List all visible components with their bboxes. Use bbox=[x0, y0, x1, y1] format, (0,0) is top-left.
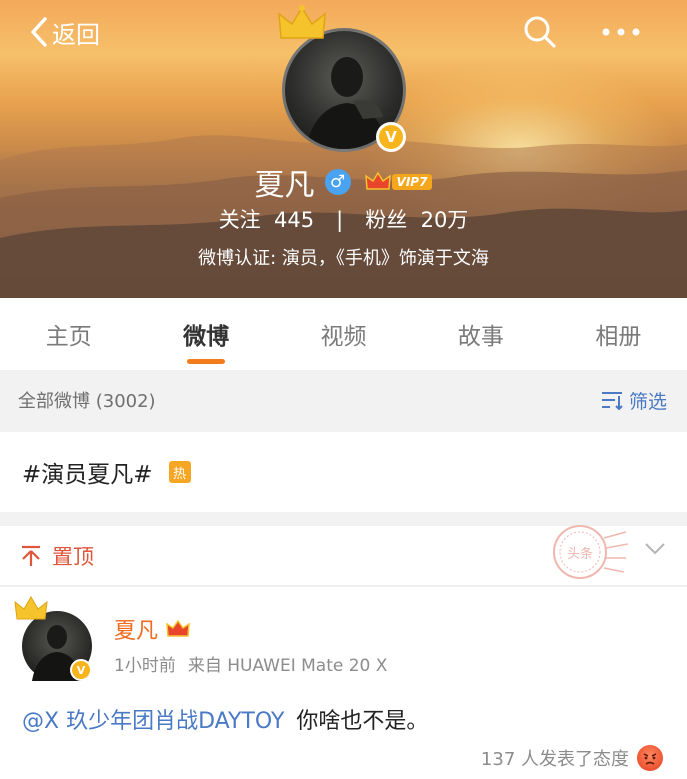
post-source: 来自 HUAWEI Mate 20 X bbox=[187, 656, 388, 676]
all-posts-count: 全部微博 (3002) bbox=[18, 391, 156, 412]
tab-label: 故事 bbox=[457, 324, 504, 350]
filter-label: 筛选 bbox=[628, 390, 667, 413]
vip-level: VIP7 bbox=[391, 174, 433, 190]
tab-label: 主页 bbox=[45, 324, 92, 350]
post-time: 1小时前 bbox=[114, 656, 176, 676]
hot-badge: 热 bbox=[168, 461, 191, 483]
stat-separator: | bbox=[336, 208, 344, 232]
profile-name: 夏凡 bbox=[254, 168, 315, 203]
tab-album[interactable]: 相册 bbox=[550, 298, 687, 370]
fans-label: 粉丝 bbox=[365, 208, 408, 232]
follow-stats: 关注 445 | 粉丝 20万 bbox=[0, 204, 687, 234]
pinned-label: 置顶 bbox=[52, 544, 94, 569]
profile-name-row: 夏凡 ♂ VIP7 bbox=[0, 160, 687, 204]
vip-crown-icon bbox=[364, 171, 391, 190]
filter-button[interactable]: 筛选 bbox=[601, 387, 667, 414]
pinned-post: V 夏凡 1小时前 来自 HUAWEI Mate 20 X @X 玖少年团肖战DA… bbox=[0, 587, 687, 779]
search-icon[interactable] bbox=[522, 14, 558, 50]
post-content: @X 玖少年团肖战DAYTOY 你啥也不是。 bbox=[22, 703, 428, 735]
filter-icon bbox=[601, 392, 623, 410]
verified-badge: V bbox=[376, 122, 406, 152]
chevron-left-icon bbox=[31, 17, 47, 47]
following-count: 445 bbox=[274, 208, 315, 232]
crown-icon bbox=[14, 596, 48, 620]
chevron-down-icon[interactable] bbox=[644, 542, 666, 556]
topic-card[interactable]: #演员夏凡# 热 bbox=[0, 432, 687, 512]
back-button[interactable]: 返回 bbox=[30, 14, 100, 50]
fans-count: 20万 bbox=[420, 208, 469, 232]
active-tab-indicator bbox=[187, 359, 226, 364]
tab-weibo[interactable]: 微博 bbox=[137, 298, 274, 370]
fans-stat[interactable]: 粉丝 20万 bbox=[365, 208, 468, 232]
filter-bar: 全部微博 (3002) 筛选 bbox=[0, 372, 687, 428]
tab-home[interactable]: 主页 bbox=[0, 298, 137, 370]
post-body: 你啥也不是。 bbox=[296, 709, 429, 734]
post-meta: 1小时前 来自 HUAWEI Mate 20 X bbox=[114, 651, 387, 676]
pin-top-icon bbox=[22, 545, 40, 566]
headline-stamp-icon: 头条 bbox=[553, 525, 628, 579]
verification-text: 微博认证: 演员，《手机》饰演于文海 bbox=[198, 248, 489, 269]
tab-label: 相册 bbox=[595, 324, 642, 350]
post-author-name: 夏凡 bbox=[114, 619, 159, 644]
crown-icon bbox=[278, 5, 326, 39]
verified-badge: V bbox=[70, 659, 92, 681]
angry-emoji-icon bbox=[637, 745, 663, 771]
vip-badge[interactable]: VIP7 bbox=[364, 171, 433, 193]
mention-link[interactable]: @X 玖少年团肖战DAYTOY bbox=[22, 709, 284, 734]
tab-label: 微博 bbox=[183, 324, 230, 350]
reactions-text: 137 人发表了态度 bbox=[480, 749, 629, 770]
tab-label: 视频 bbox=[320, 324, 367, 350]
profile-tabs: 主页 微博 视频 故事 相册 bbox=[0, 298, 687, 370]
following-stat[interactable]: 关注 445 bbox=[219, 208, 314, 232]
post-author[interactable]: 夏凡 bbox=[114, 613, 190, 645]
back-label: 返回 bbox=[52, 20, 100, 49]
vip-crown-icon bbox=[166, 619, 190, 637]
topic-text: #演员夏凡# bbox=[22, 462, 153, 488]
tab-stories[interactable]: 故事 bbox=[412, 298, 549, 370]
following-label: 关注 bbox=[218, 208, 261, 232]
profile-header: 返回 V 夏凡 ♂ VIP7 关注 445 | 粉丝 20万 微博认证: 演员，… bbox=[0, 0, 687, 298]
tab-video[interactable]: 视频 bbox=[275, 298, 412, 370]
more-icon[interactable] bbox=[600, 22, 642, 42]
male-gender-icon: ♂ bbox=[324, 169, 351, 195]
reactions-summary[interactable]: 137 人发表了态度 bbox=[481, 745, 663, 771]
stamp-text: 头条 bbox=[567, 546, 593, 562]
